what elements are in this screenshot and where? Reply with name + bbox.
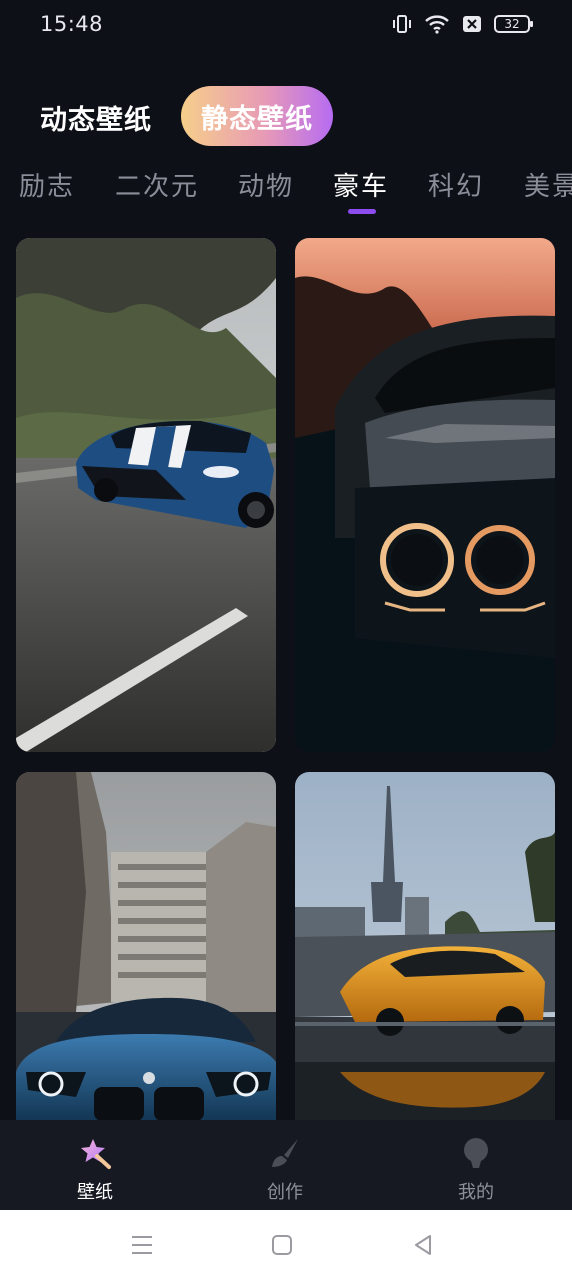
wallpaper-grid	[16, 238, 556, 1120]
wallpaper-image-blue-bmw-city	[16, 772, 276, 1120]
nav-item-mine[interactable]: 我的	[421, 1136, 531, 1204]
app-screen: 15:48 32 动态壁纸 静态壁纸 励志 二次元 动物 豪车 科幻 美景 壁纸…	[0, 0, 572, 1280]
nav-label-create: 创作	[267, 1182, 303, 1203]
nav-label-wallpaper: 壁纸	[77, 1182, 113, 1203]
tab-static-wallpaper[interactable]: 静态壁纸	[181, 86, 333, 146]
nav-label-mine: 我的	[458, 1182, 494, 1203]
status-time: 15:48	[40, 12, 104, 36]
wallpaper-card[interactable]	[295, 238, 555, 752]
tab-dynamic-wallpaper[interactable]: 动态壁纸	[40, 98, 152, 137]
profile-icon	[459, 1136, 493, 1170]
battery-icon: 32	[494, 15, 533, 33]
wifi-icon	[424, 14, 450, 34]
category-tab-inspiration[interactable]: 励志	[19, 166, 75, 203]
nav-item-create[interactable]: 创作	[230, 1136, 340, 1204]
wallpaper-card[interactable]	[295, 772, 555, 1120]
category-tab-anime[interactable]: 二次元	[115, 166, 199, 203]
active-category-indicator	[348, 209, 376, 214]
back-icon[interactable]	[410, 1232, 436, 1258]
nav-item-wallpaper[interactable]: 壁纸	[40, 1136, 150, 1204]
category-tab-animals[interactable]: 动物	[238, 166, 294, 203]
menu-icon[interactable]	[129, 1232, 155, 1258]
system-nav-bar	[0, 1210, 572, 1280]
category-tabs: 励志 二次元 动物 豪车 科幻 美景	[0, 160, 572, 220]
home-icon[interactable]	[269, 1232, 295, 1258]
vibrate-icon	[392, 14, 412, 34]
category-tab-scenery[interactable]: 美景	[524, 166, 572, 203]
bottom-nav: 壁纸 创作 我的	[0, 1120, 572, 1210]
wallpaper-image-orange-lamborghini	[295, 772, 555, 1120]
wallpaper-image-blue-muscle-car	[16, 238, 276, 752]
status-icons: 32	[392, 14, 533, 34]
sim-off-icon	[462, 15, 482, 33]
magic-wand-star-icon	[78, 1136, 112, 1170]
wallpaper-card[interactable]	[16, 238, 276, 752]
status-bar: 15:48 32	[0, 0, 572, 52]
wallpaper-type-tabs: 动态壁纸 静态壁纸	[0, 86, 572, 148]
category-tab-luxury-cars[interactable]: 豪车	[333, 166, 389, 203]
paint-brush-icon	[268, 1136, 302, 1170]
category-tab-scifi[interactable]: 科幻	[428, 166, 484, 203]
wallpaper-card[interactable]	[16, 772, 276, 1120]
wallpaper-image-dark-car-headlights	[295, 238, 555, 752]
